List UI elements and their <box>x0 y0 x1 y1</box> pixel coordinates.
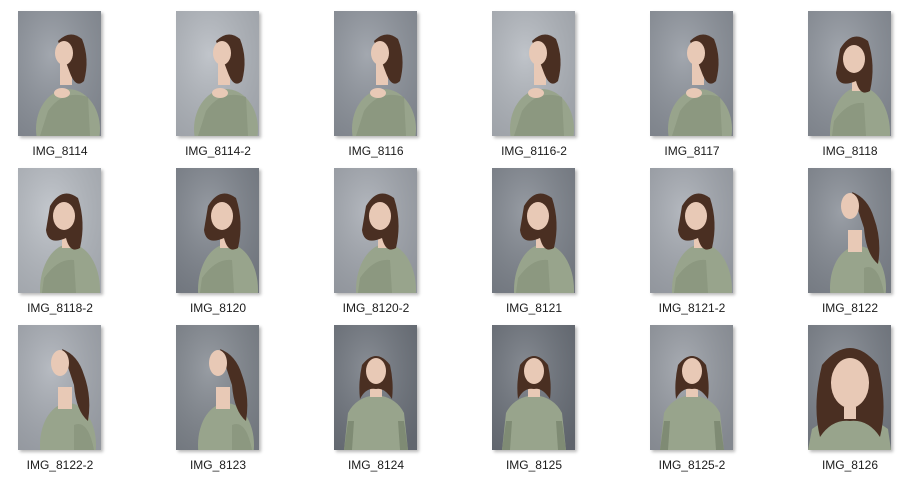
file-name-label: IMG_8114 <box>32 144 88 158</box>
file-item[interactable]: IMG_8118-2 <box>0 168 120 324</box>
file-name-label: IMG_8121-2 <box>658 301 726 315</box>
file-name-label: IMG_8116-2 <box>501 144 567 158</box>
file-item[interactable]: IMG_8124 <box>316 325 436 478</box>
file-item[interactable]: IMG_8122 <box>790 168 902 324</box>
photo-thumbnail[interactable] <box>492 168 575 293</box>
photo-thumbnail[interactable] <box>334 11 417 136</box>
file-item[interactable]: IMG_8123 <box>158 325 278 478</box>
photo-thumbnail[interactable] <box>176 168 259 293</box>
file-name-label: IMG_8121 <box>505 301 563 315</box>
file-name-label: IMG_8118-2 <box>27 301 93 315</box>
file-name-label: IMG_8125-2 <box>658 458 726 472</box>
file-name-label: IMG_8122-2 <box>26 458 94 472</box>
file-name-label: IMG_8123 <box>189 458 247 472</box>
file-item[interactable]: IMG_8118 <box>790 11 902 167</box>
photo-thumbnail[interactable] <box>650 325 733 450</box>
photo-thumbnail[interactable] <box>650 168 733 293</box>
file-name-label: IMG_8120 <box>189 301 247 315</box>
file-item[interactable]: IMG_8114 <box>0 11 120 167</box>
file-item[interactable]: IMG_8121 <box>474 168 594 324</box>
file-name-label: IMG_8126 <box>821 458 879 472</box>
file-item[interactable]: IMG_8122-2 <box>0 325 120 478</box>
photo-thumbnail[interactable] <box>492 11 575 136</box>
thumbnail-grid: IMG_8114 IMG_8114-2 IMG_8116 IMG_8116-2 … <box>0 0 902 478</box>
photo-thumbnail[interactable] <box>18 325 101 450</box>
file-name-label: IMG_8116 <box>348 144 404 158</box>
photo-thumbnail[interactable] <box>334 325 417 450</box>
file-name-label: IMG_8117 <box>664 144 720 158</box>
file-item[interactable]: IMG_8117 <box>632 11 752 167</box>
file-item[interactable]: IMG_8120-2 <box>316 168 436 324</box>
file-name-label: IMG_8114-2 <box>185 144 251 158</box>
file-item[interactable]: IMG_8126 <box>790 325 902 478</box>
file-item[interactable]: IMG_8121-2 <box>632 168 752 324</box>
photo-thumbnail[interactable] <box>18 11 101 136</box>
file-name-label: IMG_8118 <box>822 144 878 158</box>
photo-thumbnail[interactable] <box>18 168 101 293</box>
file-name-label: IMG_8120-2 <box>342 301 410 315</box>
file-item[interactable]: IMG_8125-2 <box>632 325 752 478</box>
photo-thumbnail[interactable] <box>334 168 417 293</box>
file-item[interactable]: IMG_8114-2 <box>158 11 278 167</box>
file-name-label: IMG_8125 <box>505 458 563 472</box>
file-item[interactable]: IMG_8120 <box>158 168 278 324</box>
photo-thumbnail[interactable] <box>808 325 891 450</box>
photo-thumbnail[interactable] <box>808 11 891 136</box>
photo-thumbnail[interactable] <box>176 11 259 136</box>
photo-thumbnail[interactable] <box>808 168 891 293</box>
photo-thumbnail[interactable] <box>492 325 575 450</box>
file-name-label: IMG_8122 <box>821 301 879 315</box>
photo-thumbnail[interactable] <box>176 325 259 450</box>
photo-thumbnail[interactable] <box>650 11 733 136</box>
file-item[interactable]: IMG_8116 <box>316 11 436 167</box>
file-name-label: IMG_8124 <box>347 458 405 472</box>
file-item[interactable]: IMG_8125 <box>474 325 594 478</box>
file-item[interactable]: IMG_8116-2 <box>474 11 594 167</box>
